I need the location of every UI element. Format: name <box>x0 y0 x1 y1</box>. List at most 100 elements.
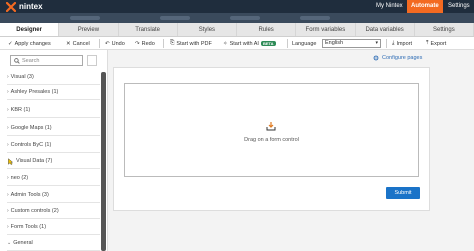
ai-icon: ✧ <box>223 40 228 47</box>
chevron-right-icon: › <box>7 88 9 95</box>
control-panel: Search › Visual (3) › Ashley Presales (1… <box>0 50 108 251</box>
pdf-icon: ⎘ <box>170 40 175 46</box>
chevron-right-icon: › <box>7 191 9 198</box>
top-link-automate[interactable]: Automate <box>407 0 443 13</box>
apply-changes-label: Apply changes <box>14 40 51 47</box>
import-label: Import <box>396 40 413 47</box>
redo-label: Redo <box>141 40 155 47</box>
control-group-label: Admin Tools (3) <box>10 191 49 198</box>
tab-designer[interactable]: Designer <box>0 23 60 36</box>
nintex-logo[interactable]: nintex <box>6 0 43 13</box>
pointer-cursor-icon <box>8 157 14 165</box>
chevron-right-icon: › <box>7 141 9 148</box>
start-with-ai-button[interactable]: ✧ Start with AI BETA <box>223 37 276 50</box>
undo-button[interactable]: ↶ Undo <box>105 37 125 50</box>
configure-pages-button[interactable]: Configure pages <box>373 55 422 61</box>
toolbar-divider <box>287 39 288 48</box>
tab-form-variables[interactable]: Form variables <box>296 23 356 36</box>
top-link-settings[interactable]: Settings <box>448 0 470 13</box>
drop-zone-hint: Drag on a form control <box>244 137 299 143</box>
brand-name: nintex <box>19 2 43 11</box>
control-group-controls-byc[interactable]: › Controls ByC (1) <box>7 138 100 153</box>
tab-data-variables[interactable]: Data variables <box>356 23 415 36</box>
control-group-general[interactable]: ⌄ General <box>7 236 100 251</box>
filter-button[interactable] <box>87 55 97 66</box>
chevron-down-icon: ⌄ <box>7 239 12 246</box>
control-group-form-tools[interactable]: › Form Tools (1) <box>7 220 100 235</box>
panel-scrollbar[interactable] <box>101 72 106 251</box>
start-with-pdf-label: Start with PDF <box>176 40 212 47</box>
control-group-label: General <box>13 239 33 246</box>
tab-settings[interactable]: Settings <box>415 23 474 36</box>
start-with-pdf-button[interactable]: ⎘ Start with PDF <box>170 37 212 50</box>
undo-label: Undo <box>111 40 125 47</box>
search-icon <box>14 57 20 64</box>
apply-changes-button[interactable]: ✓ Apply changes <box>8 37 51 50</box>
tab-rules[interactable]: Rules <box>237 23 297 36</box>
app: nintex My Nintex Automate Settings Desig… <box>0 0 474 251</box>
check-icon: ✓ <box>8 40 13 47</box>
drag-drop-icon <box>266 122 276 131</box>
redo-button[interactable]: ↷ Redo <box>135 37 155 50</box>
control-group-label: neo (2) <box>10 174 29 181</box>
designer-tabs: Designer Preview Translate Styles Rules … <box>0 23 474 37</box>
secondary-bar-item <box>300 16 330 20</box>
chevron-right-icon: › <box>7 106 9 113</box>
import-button[interactable]: ⤓ Import <box>392 37 412 50</box>
configure-pages-label: Configure pages <box>382 55 423 61</box>
control-group-label: Visual (3) <box>10 73 34 80</box>
search-placeholder: Search <box>22 57 40 64</box>
control-group-admin-tools[interactable]: › Admin Tools (3) <box>7 188 100 203</box>
language-label: Language <box>292 37 316 50</box>
control-group-visual-data[interactable]: Visual Data (7) <box>7 154 100 169</box>
secondary-bar-item <box>70 16 100 20</box>
chevron-right-icon: › <box>7 174 9 181</box>
undo-icon: ↶ <box>105 40 110 47</box>
export-icon: ⤒ <box>426 40 429 46</box>
submit-button[interactable]: Submit <box>386 187 420 199</box>
control-group-label: Visual Data (7) <box>16 157 53 164</box>
control-group-google-maps[interactable]: › Google Maps (1) <box>7 121 100 136</box>
search-input[interactable]: Search <box>10 55 83 66</box>
chevron-right-icon: › <box>7 124 9 131</box>
control-group-label: Ashley Presales (1) <box>10 88 59 95</box>
close-icon: ✕ <box>66 40 71 47</box>
toolbar: ✓ Apply changes ✕ Cancel ↶ Undo ↷ Redo ⎘… <box>0 37 474 50</box>
chevron-right-icon: › <box>7 73 9 80</box>
import-icon: ⤓ <box>392 40 395 46</box>
beta-badge: BETA <box>260 41 276 46</box>
start-with-ai-label: Start with AI <box>229 40 259 47</box>
control-group-label: Controls ByC (1) <box>10 141 52 148</box>
chevron-down-icon: ▾ <box>375 40 378 46</box>
cancel-label: Cancel <box>72 40 90 47</box>
control-group-label: Form Tools (1) <box>10 223 47 230</box>
language-select-value: English <box>325 40 344 46</box>
tab-preview[interactable]: Preview <box>59 23 119 36</box>
control-group-label: KBR (1) <box>10 106 31 113</box>
redo-icon: ↷ <box>135 40 140 47</box>
export-button[interactable]: ⤒ Export <box>426 37 446 50</box>
tab-translate[interactable]: Translate <box>119 23 178 36</box>
secondary-bar <box>0 13 474 23</box>
control-group-ashley-presales[interactable]: › Ashley Presales (1) <box>7 85 100 100</box>
language-select[interactable]: English ▾ <box>322 39 381 48</box>
top-link-my-nintex[interactable]: My Nintex <box>376 0 403 13</box>
control-group-custom-controls[interactable]: › Custom controls (2) <box>7 204 100 219</box>
top-bar: nintex My Nintex Automate Settings <box>0 0 474 13</box>
cancel-button[interactable]: ✕ Cancel <box>66 37 90 50</box>
secondary-bar-item <box>160 16 190 20</box>
language-label-text: Language <box>292 40 317 47</box>
control-group-label: Google Maps (1) <box>10 124 52 131</box>
toolbar-divider <box>386 39 387 48</box>
toolbar-divider <box>163 39 164 48</box>
nintex-logo-icon <box>6 1 16 12</box>
gear-icon <box>373 55 379 61</box>
control-group-neo[interactable]: › neo (2) <box>7 171 100 186</box>
control-group-kbr[interactable]: › KBR (1) <box>7 103 100 118</box>
control-group-visual[interactable]: › Visual (3) <box>7 70 100 85</box>
chevron-right-icon: › <box>7 207 9 214</box>
secondary-bar-item <box>230 16 260 20</box>
toolbar-divider <box>99 39 100 48</box>
tab-styles[interactable]: Styles <box>178 23 237 36</box>
chevron-right-icon: › <box>7 223 9 230</box>
